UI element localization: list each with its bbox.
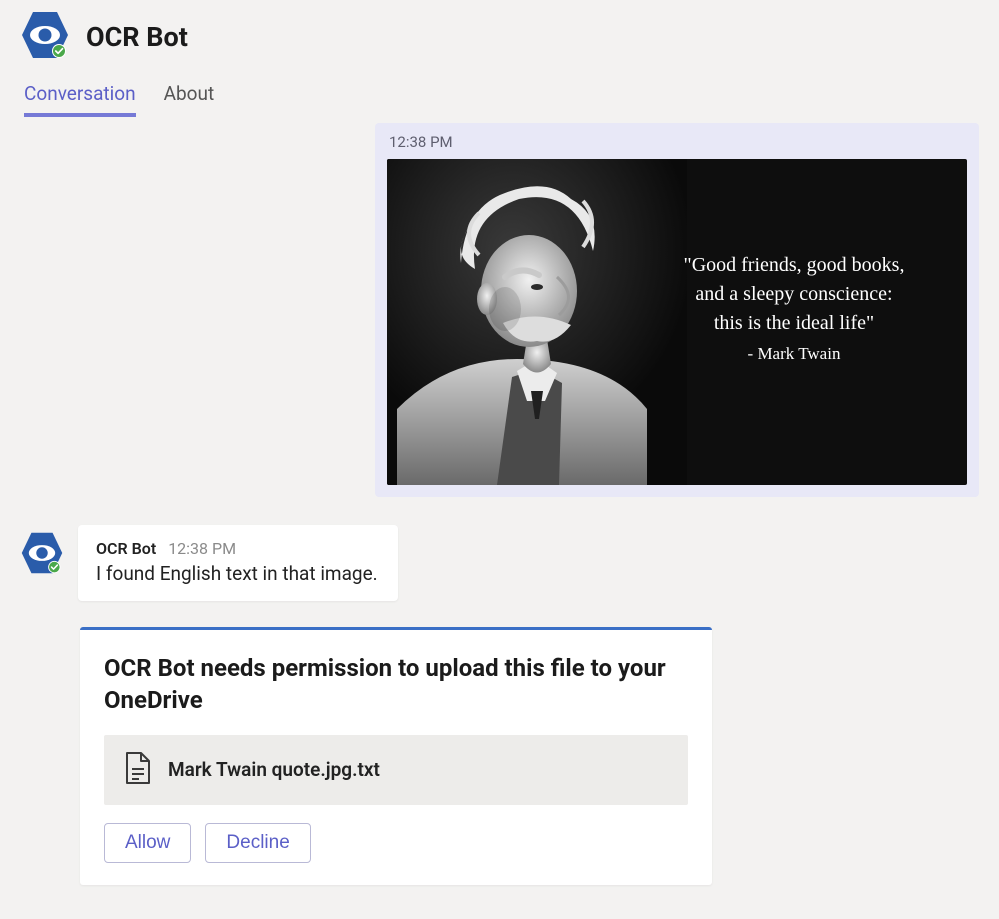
bot-avatar-icon xyxy=(20,10,70,64)
tab-bar: Conversation About xyxy=(0,64,999,117)
bot-timestamp: 12:38 PM xyxy=(168,539,236,558)
quote-overlay: "Good friends, good books, and a sleepy … xyxy=(649,251,939,367)
chat-area: 12:38 PM xyxy=(0,123,999,905)
quote-attribution: - Mark Twain xyxy=(649,342,939,367)
bot-avatar-icon xyxy=(20,531,64,579)
bot-message[interactable]: OCR Bot 12:38 PM I found English text in… xyxy=(78,525,398,601)
outgoing-timestamp: 12:38 PM xyxy=(389,133,967,151)
quote-line: and a sleepy conscience: xyxy=(649,280,939,309)
bot-message-text: I found English text in that image. xyxy=(96,562,380,585)
page-title: OCR Bot xyxy=(86,21,188,53)
file-name: Mark Twain quote.jpg.txt xyxy=(168,758,380,781)
file-consent-card: OCR Bot needs permission to upload this … xyxy=(80,627,712,885)
quote-photo-icon xyxy=(387,159,687,485)
header-bar: OCR Bot xyxy=(0,0,999,64)
attached-image[interactable]: "Good friends, good books, and a sleepy … xyxy=(387,159,967,485)
consent-title: OCR Bot needs permission to upload this … xyxy=(104,652,688,717)
bot-message-row: OCR Bot 12:38 PM I found English text in… xyxy=(20,525,979,601)
file-icon xyxy=(122,751,152,789)
tab-conversation[interactable]: Conversation xyxy=(24,82,136,117)
quote-line: "Good friends, good books, xyxy=(649,251,939,280)
outgoing-message[interactable]: 12:38 PM xyxy=(375,123,979,497)
file-attachment-chip[interactable]: Mark Twain quote.jpg.txt xyxy=(104,735,688,805)
allow-button[interactable]: Allow xyxy=(104,823,191,863)
bot-name: OCR Bot xyxy=(96,539,156,558)
quote-line: this is the ideal life" xyxy=(649,309,939,338)
bot-message-meta: OCR Bot 12:38 PM xyxy=(96,539,380,558)
tab-about[interactable]: About xyxy=(164,82,215,117)
consent-button-row: Allow Decline xyxy=(104,823,688,863)
decline-button[interactable]: Decline xyxy=(205,823,310,863)
